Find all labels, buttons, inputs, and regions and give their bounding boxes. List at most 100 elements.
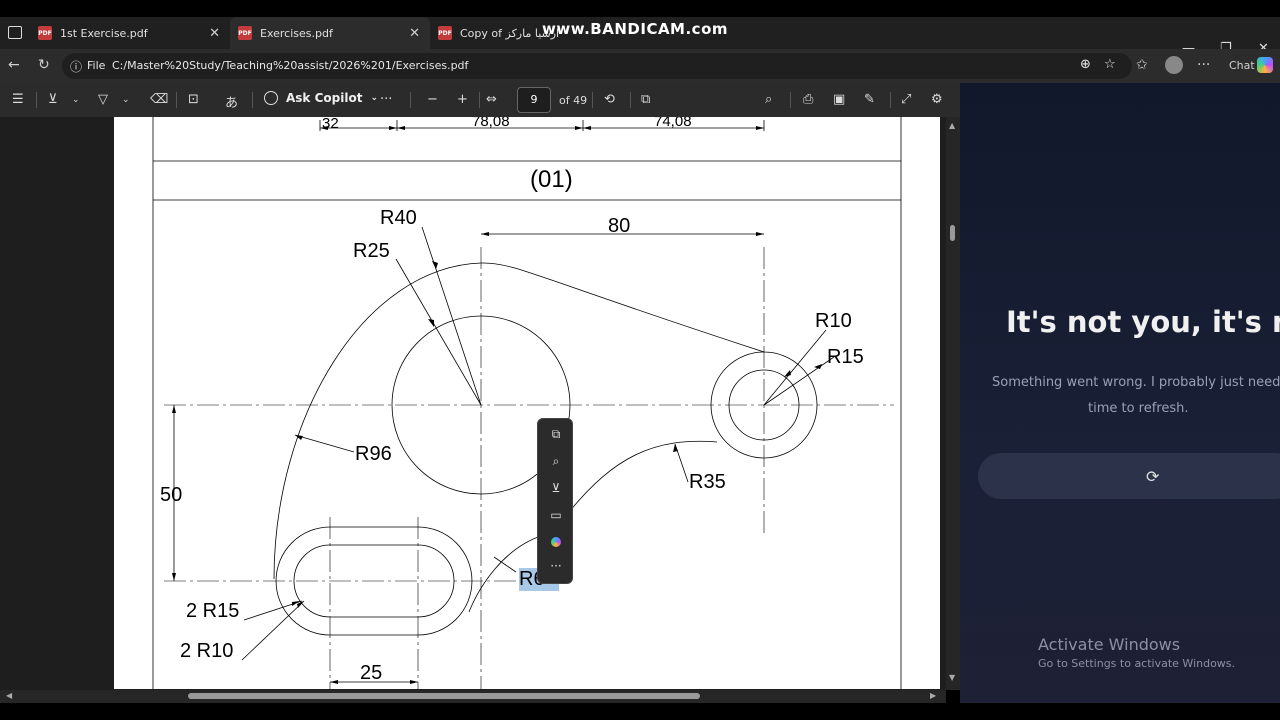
rotate-icon[interactable]: ⟲ <box>604 92 615 107</box>
copilot-icon[interactable] <box>1257 57 1273 73</box>
erase-icon[interactable]: ⌫ <box>150 92 168 107</box>
url-path: C:/Master%20Study/Teaching%20assist/2026… <box>112 59 469 72</box>
scroll-right-icon[interactable]: ▶ <box>930 691 936 700</box>
favorites-icon[interactable]: ✩ <box>1136 57 1148 73</box>
scroll-down-icon[interactable]: ▼ <box>949 673 955 682</box>
tab-label: Exercises.pdf <box>260 26 333 40</box>
scroll-left-icon[interactable]: ◀ <box>6 691 12 700</box>
pdf-icon: PDF <box>438 26 452 40</box>
scroll-thumb[interactable] <box>950 225 955 241</box>
url-field[interactable]: ⓘ File C:/Master%20Study/Teaching%20assi… <box>62 53 1132 79</box>
draw-icon[interactable]: ▽ <box>98 92 108 107</box>
dim-74-08: 74,08 <box>654 117 692 130</box>
label-50: 50 <box>160 484 182 506</box>
label-r25: R25 <box>353 240 390 262</box>
search-icon[interactable]: ⌕ <box>538 454 574 469</box>
label-r15: R15 <box>827 346 864 368</box>
zoom-in-button[interactable]: + <box>457 92 468 107</box>
scroll-up-icon[interactable]: ▲ <box>949 121 955 130</box>
tab-label: 1st Exercise.pdf <box>60 26 148 40</box>
url-scheme: File <box>87 59 106 72</box>
copilot-icon[interactable] <box>551 537 561 547</box>
zoom-out-button[interactable]: − <box>427 92 438 107</box>
label-2r10: 2 R10 <box>180 640 233 662</box>
pdf-icon: PDF <box>38 26 52 40</box>
print-icon[interactable]: ⎙ <box>803 92 813 107</box>
label-r35: R35 <box>689 471 726 493</box>
avatar[interactable] <box>1165 56 1183 74</box>
dim-78-08: 78,08 <box>472 117 510 130</box>
tab-actions-icon[interactable] <box>8 26 22 39</box>
more-options[interactable]: ··· <box>380 92 392 107</box>
pdf-toolbar: ☰ ⊻ ⌄ ▽ ⌄ ⌫ ⊡ あ Ask Copilot ⌄ ··· − + ⇔ … <box>0 83 960 117</box>
label-25: 25 <box>360 662 382 684</box>
separator <box>592 92 593 108</box>
close-icon[interactable]: ✕ <box>409 26 420 41</box>
highlight-icon[interactable]: ⊻ <box>48 92 58 107</box>
scroll-thumb[interactable] <box>188 693 700 699</box>
chevron-down-icon: ⌄ <box>370 93 378 103</box>
separator <box>176 92 177 108</box>
separator <box>36 92 37 108</box>
activate-windows-title: Activate Windows <box>1038 635 1181 654</box>
label-r10: R10 <box>815 310 852 332</box>
dim-32: 32 <box>322 117 339 132</box>
pdf-page: 32 78,08 74,08 (01) R40 R25 80 R10 R15 R… <box>114 117 940 689</box>
contents-icon[interactable]: ☰ <box>12 92 24 107</box>
settings-icon[interactable]: ⚙ <box>931 92 943 107</box>
refresh-icon[interactable]: ↻ <box>38 57 50 73</box>
bottom-black-band <box>0 703 1280 720</box>
chevron-down-icon[interactable]: ⌄ <box>72 95 80 105</box>
comment-icon[interactable]: ▭ <box>538 508 574 522</box>
read-aloud-icon[interactable]: あ <box>225 92 238 111</box>
activate-windows-subtitle: Go to Settings to activate Windows. <box>1038 657 1236 670</box>
ask-copilot-button[interactable]: Ask Copilot ⌄ <box>264 91 378 105</box>
save-as-icon[interactable]: ✎ <box>864 92 875 107</box>
separator <box>479 92 480 108</box>
fullscreen-icon[interactable]: ⤢ <box>901 92 911 107</box>
label-2r15: 2 R15 <box>186 600 239 622</box>
close-icon[interactable]: ✕ <box>209 26 220 41</box>
bandicam-watermark: www.BANDICAM.com <box>542 20 729 38</box>
page-number-input[interactable]: 9 <box>517 87 551 113</box>
search-icon[interactable]: ⌕ <box>765 92 772 107</box>
label-r96: R96 <box>355 443 392 465</box>
vertical-scrollbar[interactable]: ▲ ▼ <box>946 117 960 690</box>
save-icon[interactable]: ▣ <box>833 92 845 107</box>
tab-1st-exercise[interactable]: PDF 1st Exercise.pdf ✕ <box>30 17 230 49</box>
page-view-icon[interactable]: ⧉ <box>641 92 650 107</box>
ask-copilot-label: Ask Copilot <box>286 91 363 105</box>
chat-button[interactable]: Chat <box>1229 59 1255 72</box>
refresh-icon: ⟳ <box>1146 467 1160 486</box>
fit-page-icon[interactable]: ⇔ <box>486 92 497 107</box>
text-icon[interactable]: ⊡ <box>188 92 199 107</box>
retry-button[interactable]: ⟳ <box>978 453 1280 499</box>
address-bar: ← ↻ ⓘ File C:/Master%20Study/Teaching%20… <box>0 49 1280 83</box>
top-black-band <box>0 0 1280 17</box>
more-icon[interactable]: ··· <box>538 559 574 573</box>
copilot-icon <box>264 91 278 105</box>
section-label: (01) <box>530 166 573 193</box>
separator <box>252 92 253 108</box>
chevron-down-icon[interactable]: ⌄ <box>122 95 130 105</box>
horizontal-scrollbar[interactable]: ◀ ▶ <box>0 690 946 703</box>
more-icon[interactable]: ··· <box>1197 57 1210 73</box>
copy-icon[interactable]: ⧉ <box>538 427 574 442</box>
error-message-line1: Something went wrong. I probably just ne… <box>992 375 1280 390</box>
page-total: of 49 <box>559 94 588 107</box>
highlight-icon[interactable]: ⊻ <box>538 481 574 495</box>
document-viewport[interactable]: 32 78,08 74,08 (01) R40 R25 80 R10 R15 R… <box>0 117 946 690</box>
selection-floating-toolbar: ⧉ ⌕ ⊻ ▭ ··· <box>537 418 573 584</box>
pdf-icon: PDF <box>238 26 252 40</box>
separator <box>410 92 411 108</box>
zoom-icon[interactable]: ⊕ <box>1080 57 1091 72</box>
error-title: It's not you, it's me <box>1006 305 1280 339</box>
error-message-line2: time to refresh. <box>1088 401 1189 416</box>
separator <box>630 92 631 108</box>
info-icon[interactable]: ⓘ <box>70 58 82 75</box>
label-r40: R40 <box>380 207 417 229</box>
back-icon[interactable]: ← <box>8 57 20 73</box>
technical-drawing: 32 78,08 74,08 (01) R40 R25 80 R10 R15 R… <box>152 117 902 689</box>
favorite-icon[interactable]: ☆ <box>1104 57 1116 72</box>
tab-exercises[interactable]: PDF Exercises.pdf ✕ <box>230 17 430 49</box>
